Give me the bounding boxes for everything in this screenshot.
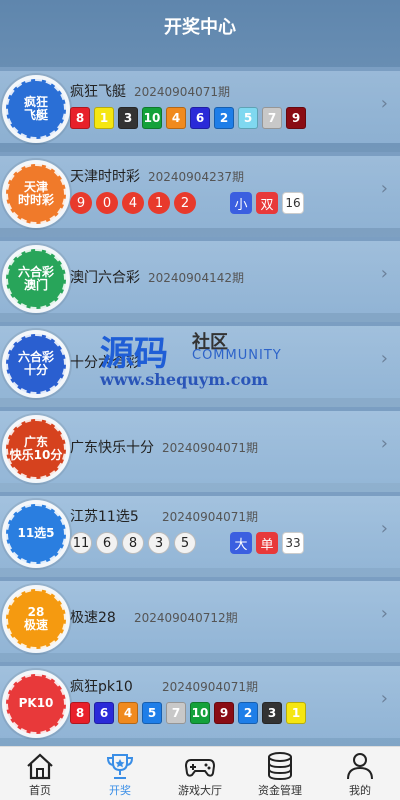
- lottery-name: 十分六合彩: [70, 355, 140, 371]
- lottery-logo-icon: 疯狂 飞艇: [6, 79, 66, 139]
- lottery-row[interactable]: 11选5 江苏11选5 20240904071期 › 11 6 8 3 5 大单 33: [0, 492, 400, 568]
- chevron-right-icon: ›: [380, 348, 388, 369]
- result-ball: 4: [118, 702, 138, 724]
- lottery-name: 极速28: [70, 610, 116, 626]
- tab-trophy[interactable]: 开奖: [80, 747, 160, 800]
- lottery-name: 疯狂飞艇: [70, 84, 126, 100]
- result-ball: 4: [122, 192, 144, 214]
- result-ball: 9: [214, 702, 234, 724]
- result-ball: 7: [166, 702, 186, 724]
- result-ball: 0: [96, 192, 118, 214]
- result-balls: 8 1 3 10 4 6 2 5 7 9: [70, 107, 306, 129]
- chevron-right-icon: ›: [380, 263, 388, 284]
- result-ball: 9: [70, 192, 92, 214]
- result-ball: 8: [70, 107, 90, 129]
- lottery-issue: 20240904071期: [162, 680, 258, 694]
- result-sum: 16: [282, 192, 304, 214]
- result-ball: 2: [238, 702, 258, 724]
- lottery-issue: 202409040712期: [134, 611, 238, 625]
- result-ball: 6: [96, 532, 118, 554]
- gamepad-icon: [184, 751, 216, 781]
- result-balls: 11 6 8 3 5 大单 33: [70, 532, 304, 554]
- lottery-name: 江苏11选5: [70, 509, 139, 525]
- lottery-issue: 20240904142期: [148, 271, 244, 285]
- result-ball: 10: [142, 107, 162, 129]
- lottery-name: 天津时时彩: [70, 169, 140, 185]
- tab-label: 首页: [29, 784, 51, 797]
- lottery-row[interactable]: 疯狂 飞艇 疯狂飞艇 20240904071期 › 8 1 3 10 4 6 2 5 7 9: [0, 67, 400, 143]
- lottery-logo-icon: 28 极速: [6, 589, 66, 649]
- result-tag: 大: [230, 532, 252, 554]
- chevron-right-icon: ›: [380, 178, 388, 199]
- result-ball: 6: [94, 702, 114, 724]
- lottery-row[interactable]: PK10 疯狂pk10 20240904071期 › 8 6 4 5 7 10 9 2 3 1: [0, 662, 400, 738]
- chevron-right-icon: ›: [380, 433, 388, 454]
- result-ball: 1: [94, 107, 114, 129]
- tab-user[interactable]: 我的: [320, 747, 400, 800]
- result-ball: 4: [166, 107, 186, 129]
- result-ball: 8: [122, 532, 144, 554]
- result-tag: 小: [230, 192, 252, 214]
- result-ball: 10: [190, 702, 210, 724]
- lottery-issue: 20240904071期: [162, 441, 258, 455]
- result-ball: 5: [142, 702, 162, 724]
- chevron-right-icon: ›: [380, 518, 388, 539]
- result-sum: 33: [282, 532, 304, 554]
- lottery-issue: 20240904237期: [148, 170, 244, 184]
- chevron-right-icon: ›: [380, 93, 388, 114]
- lottery-row[interactable]: 六合彩 澳门 澳门六合彩 20240904142期 ›: [0, 237, 400, 313]
- result-ball: 3: [148, 532, 170, 554]
- lottery-row[interactable]: 28 极速 极速28 202409040712期 ›: [0, 577, 400, 653]
- chevron-right-icon: ›: [380, 688, 388, 709]
- lottery-row[interactable]: 广东 快乐10分 广东快乐十分 20240904071期 ›: [0, 407, 400, 483]
- result-tag: 单: [256, 532, 278, 554]
- lottery-name: 疯狂pk10: [70, 679, 133, 695]
- result-ball: 7: [262, 107, 282, 129]
- tab-label: 资金管理: [258, 784, 302, 797]
- lottery-row[interactable]: 天津 时时彩 天津时时彩 20240904237期 › 9 0 4 1 2 小双 16: [0, 152, 400, 228]
- trophy-icon: [104, 751, 136, 781]
- result-ball: 8: [70, 702, 90, 724]
- home-icon: [24, 751, 56, 781]
- result-tag: 双: [256, 192, 278, 214]
- tab-label: 游戏大厅: [178, 784, 222, 797]
- lottery-logo-icon: PK10: [6, 674, 66, 734]
- result-ball: 9: [286, 107, 306, 129]
- result-ball: 1: [286, 702, 306, 724]
- result-ball: 6: [190, 107, 210, 129]
- tab-gamepad[interactable]: 游戏大厅: [160, 747, 240, 800]
- lottery-logo-icon: 11选5: [6, 504, 66, 564]
- result-balls: 8 6 4 5 7 10 9 2 3 1: [70, 702, 306, 724]
- lottery-name: 澳门六合彩: [70, 270, 140, 286]
- result-ball: 5: [174, 532, 196, 554]
- result-ball: 1: [148, 192, 170, 214]
- page-title: 开奖中心: [164, 17, 236, 38]
- result-ball: 3: [262, 702, 282, 724]
- coins-icon: [264, 751, 296, 781]
- lottery-issue: 20240904071期: [162, 510, 258, 524]
- result-ball: 3: [118, 107, 138, 129]
- tab-coins[interactable]: 资金管理: [240, 747, 320, 800]
- result-ball: 2: [214, 107, 234, 129]
- result-ball: 2: [174, 192, 196, 214]
- lottery-logo-icon: 六合彩 澳门: [6, 249, 66, 309]
- tab-label: 开奖: [109, 784, 131, 797]
- lottery-logo-icon: 广东 快乐10分: [6, 419, 66, 479]
- bottom-tabbar: 首页 开奖 游戏大厅 资金管理 我的: [0, 746, 400, 800]
- chevron-right-icon: ›: [380, 603, 388, 624]
- result-ball: 5: [238, 107, 258, 129]
- lottery-row[interactable]: 六合彩 十分 十分六合彩 ›: [0, 322, 400, 398]
- user-icon: [344, 751, 376, 781]
- result-ball: 11: [70, 532, 92, 554]
- lottery-logo-icon: 天津 时时彩: [6, 164, 66, 224]
- tab-label: 我的: [349, 784, 371, 797]
- result-balls: 9 0 4 1 2 小双 16: [70, 192, 304, 214]
- lottery-issue: 20240904071期: [134, 85, 230, 99]
- lottery-logo-icon: 六合彩 十分: [6, 334, 66, 394]
- tab-home[interactable]: 首页: [0, 747, 80, 800]
- lottery-name: 广东快乐十分: [70, 440, 154, 456]
